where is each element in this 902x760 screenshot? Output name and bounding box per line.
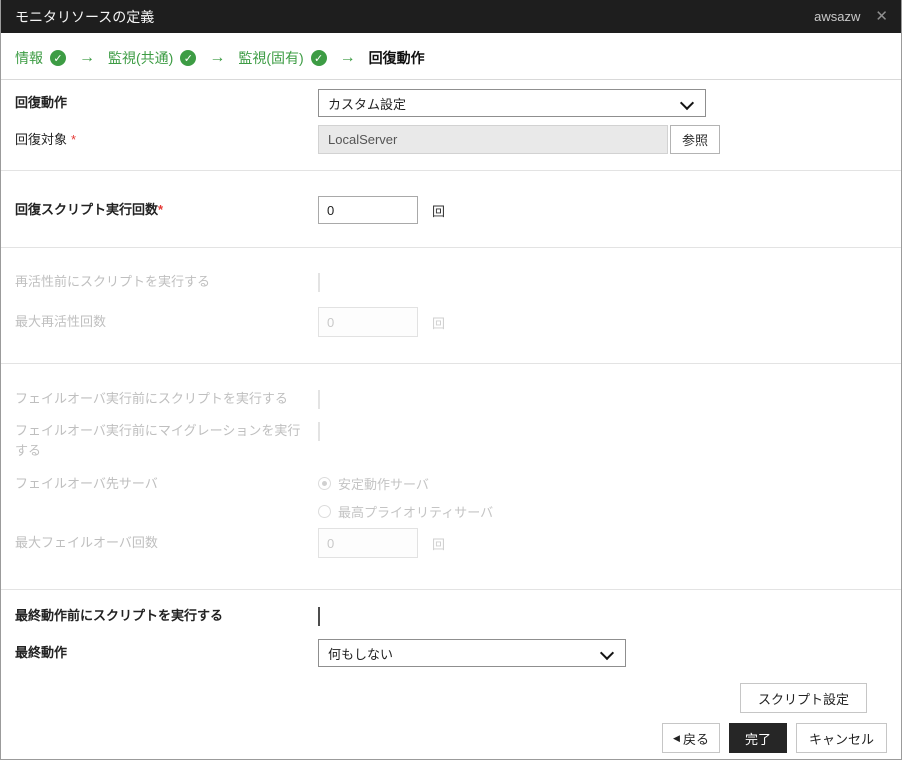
step-done-check-icon: ✓ <box>310 50 327 66</box>
row-max-failover-count: 最大フェイルオーバ回数 回 <box>15 528 887 558</box>
step-done-check-icon: ✓ <box>180 50 197 66</box>
row-recovery-action: 回復動作 カスタム設定 <box>15 89 887 117</box>
checkbox-wrap <box>318 272 320 292</box>
row-script-before-failover: フェイルオーバ実行前にスクリプトを実行する <box>15 389 887 409</box>
script-before-failover-checkbox <box>318 390 320 409</box>
step-arrow-icon: → <box>339 49 356 66</box>
recovery-target-label: 回復対象 * <box>15 131 77 147</box>
migration-before-failover-label: フェイルオーバ実行前にマイグレーションを実行する <box>15 423 301 458</box>
wizard-step-label[interactable]: 監視(固有) <box>238 48 303 68</box>
row-final-action: 最終動作 何もしない <box>15 639 887 667</box>
cancel-button[interactable]: キャンセル <box>795 723 887 753</box>
dialog-title: モニタリソースの定義 <box>15 8 155 25</box>
radio-stable-server-label: 安定動作サーバ <box>338 477 429 492</box>
max-reactivation-count-input <box>318 307 418 337</box>
wizard-step-monitor-special[interactable]: 監視(固有) ✓ <box>238 48 327 68</box>
script-before-failover-label: フェイルオーバ実行前にスクリプトを実行する <box>15 391 288 406</box>
migration-before-failover-checkbox <box>318 422 320 441</box>
row-script-before-final-action: 最終動作前にスクリプトを実行する <box>15 606 887 626</box>
final-action-value: 何もしない <box>328 646 394 662</box>
recovery-script-count-input[interactable] <box>318 196 418 224</box>
failover-target-server-options: 安定動作サーバ 最高プライオリティサーバ <box>318 474 493 521</box>
final-action-select[interactable]: 何もしない <box>318 639 626 667</box>
section-failover: フェイルオーバ実行前にスクリプトを実行する フェイルオーバ実行前にマイグレーショ… <box>1 364 901 590</box>
dialog-action-row: ◀ 戻る 完了 キャンセル <box>1 723 901 753</box>
recovery-action-select[interactable]: カスタム設定 <box>318 89 706 117</box>
close-icon[interactable]: ✕ <box>875 9 888 24</box>
finish-button[interactable]: 完了 <box>728 723 787 753</box>
wizard-step-info[interactable]: 情報 ✓ <box>15 48 66 68</box>
dialog-titlebar: モニタリソースの定義 awsazw ✕ <box>1 0 901 33</box>
wizard-current-step-label: 回復動作 <box>368 50 425 66</box>
back-arrow-icon: ◀ <box>673 732 680 743</box>
row-failover-target-server: フェイルオーバ先サーバ 安定動作サーバ 最高プライオリティサーバ <box>15 474 887 521</box>
row-recovery-script-count: 回復スクリプト実行回数* 回 <box>15 196 887 224</box>
recovery-action-label: 回復動作 <box>15 95 68 111</box>
recovery-target-field[interactable] <box>318 125 668 154</box>
checkbox-wrap <box>318 606 320 626</box>
section-final-action: 最終動作前にスクリプトを実行する 最終動作 何もしない <box>1 590 901 667</box>
unit-label: 回 <box>432 315 446 331</box>
back-button[interactable]: ◀ 戻る <box>662 723 720 753</box>
step-arrow-icon: → <box>209 49 226 66</box>
final-action-label: 最終動作 <box>15 645 68 661</box>
failover-target-server-label: フェイルオーバ先サーバ <box>15 476 158 491</box>
row-script-before-reactivation: 再活性前にスクリプトを実行する <box>15 272 887 292</box>
browse-button[interactable]: 参照 <box>670 125 720 154</box>
max-failover-count-label: 最大フェイルオーバ回数 <box>15 535 158 551</box>
radio-stable-server-icon <box>318 477 331 490</box>
checkbox-wrap <box>318 389 320 409</box>
max-failover-count-input <box>318 528 418 558</box>
script-before-final-action-checkbox[interactable] <box>318 607 320 626</box>
script-settings-button[interactable]: スクリプト設定 <box>739 683 867 713</box>
required-mark: * <box>71 131 77 147</box>
script-before-final-action-label: 最終動作前にスクリプトを実行する <box>15 608 224 623</box>
script-before-reactivation-label: 再活性前にスクリプトを実行する <box>15 274 211 289</box>
row-max-reactivation-count: 最大再活性回数 回 <box>15 307 887 337</box>
radio-highest-priority-server-label: 最高プライオリティサーバ <box>338 505 494 520</box>
unit-label: 回 <box>432 536 446 552</box>
radio-highest-priority-server-icon <box>318 505 331 518</box>
step-arrow-icon: → <box>79 49 95 66</box>
step-done-check-icon: ✓ <box>50 50 66 66</box>
wizard-step-label[interactable]: 監視(共通) <box>108 48 173 68</box>
section-recovery-script-count: 回復スクリプト実行回数* 回 <box>1 171 901 248</box>
row-migration-before-failover: フェイルオーバ実行前にマイグレーションを実行する <box>15 421 887 460</box>
resource-name-label: awsazw <box>814 9 861 24</box>
wizard-step-label[interactable]: 情報 <box>15 48 43 68</box>
section-recovery-action: 回復動作 カスタム設定 回復対象* 参照 <box>1 80 901 171</box>
script-settings-row: スクリプト設定 <box>1 683 901 713</box>
row-recovery-target: 回復対象* 参照 <box>15 125 887 154</box>
wizard-step-monitor-common[interactable]: 監視(共通) ✓ <box>108 48 197 68</box>
required-mark: * <box>158 202 164 218</box>
unit-label: 回 <box>432 203 446 219</box>
radio-stable-server: 安定動作サーバ <box>318 474 493 493</box>
monitor-resource-definition-dialog: モニタリソースの定義 awsazw ✕ 情報 ✓ → 監視(共通) ✓ → 監視… <box>0 0 902 760</box>
checkbox-wrap <box>318 421 320 441</box>
script-before-reactivation-checkbox <box>318 273 320 292</box>
radio-highest-priority-server: 最高プライオリティサーバ <box>318 502 493 521</box>
recovery-action-value: カスタム設定 <box>328 96 407 112</box>
recovery-script-count-label: 回復スクリプト実行回数* <box>15 202 164 218</box>
section-reactivation: 再活性前にスクリプトを実行する 最大再活性回数 回 <box>1 248 901 364</box>
wizard-breadcrumb: 情報 ✓ → 監視(共通) ✓ → 監視(固有) ✓ → 回復動作 <box>1 33 901 80</box>
wizard-step-recovery-action: 回復動作 <box>369 48 425 68</box>
max-reactivation-count-label: 最大再活性回数 <box>15 314 107 330</box>
